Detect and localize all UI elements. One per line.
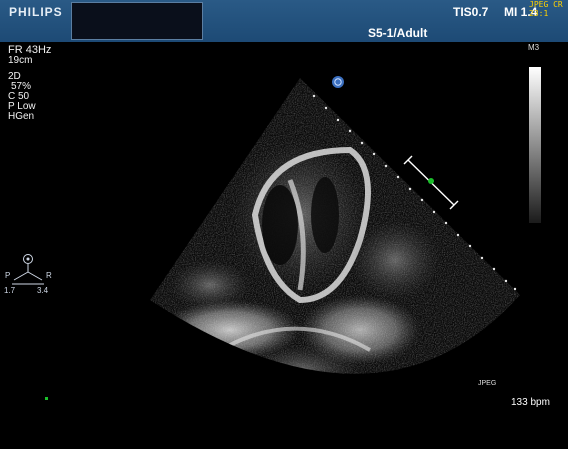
orientation-marker: P R 1.7 3.4	[4, 252, 52, 296]
grayscale-bar	[529, 67, 541, 223]
orientation-right-label: R	[46, 271, 52, 280]
orientation-right-value: 3.4	[37, 286, 49, 295]
heart-rate-label: 133 bpm	[511, 397, 550, 408]
probe-orientation-icon	[332, 76, 344, 88]
orientation-left-value: 1.7	[4, 286, 16, 295]
jpeg-tag: JPEG	[478, 380, 497, 387]
ecg-marker-dot	[45, 397, 48, 400]
focus-marker-icon[interactable]	[428, 178, 434, 184]
orientation-left-label: P	[5, 271, 11, 280]
grayscale-map-label: M3	[528, 43, 540, 52]
